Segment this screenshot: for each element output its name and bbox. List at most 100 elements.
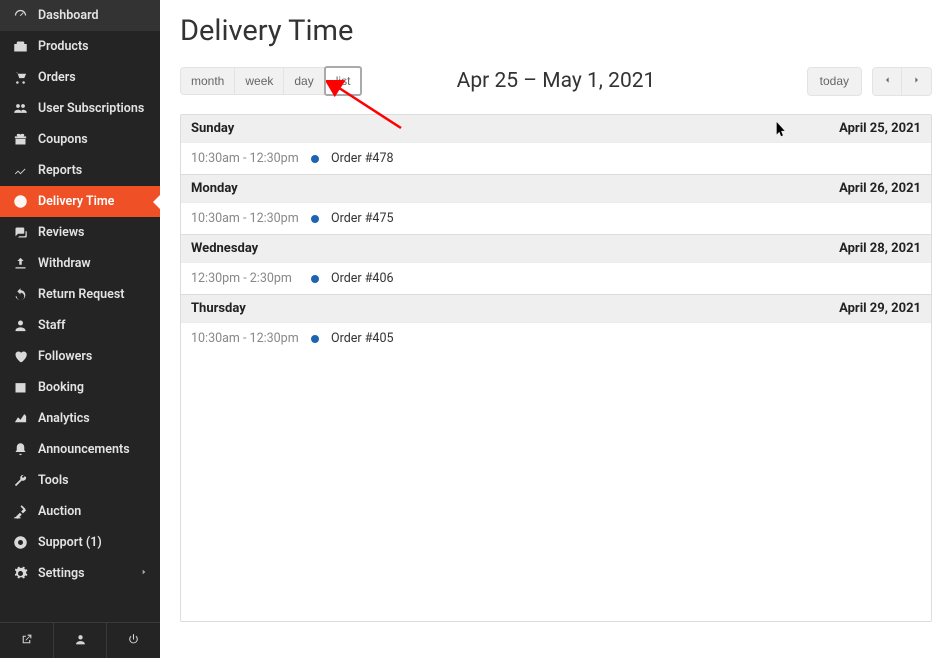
event-title: Order #475 (331, 211, 394, 226)
sidebar-item-label: Tools (38, 473, 69, 488)
sidebar-item-label: Products (38, 39, 89, 54)
date-nav-arrows (872, 67, 932, 96)
event-time: 10:30am - 12:30pm (191, 151, 311, 166)
event-time: 10:30am - 12:30pm (191, 331, 311, 346)
next-button[interactable] (902, 67, 932, 96)
heart-icon (12, 349, 28, 365)
sidebar-item-label: Announcements (38, 442, 130, 457)
sidebar-item-label: Auction (38, 504, 81, 519)
cog-icon (12, 566, 28, 582)
wrench-icon (12, 473, 28, 489)
event-row[interactable]: 10:30am - 12:30pm Order #405 (181, 322, 931, 354)
gavel-icon (12, 504, 28, 520)
sidebar-item-reviews[interactable]: Reviews (0, 217, 160, 248)
day-name: Thursday (191, 301, 246, 316)
visit-store-button[interactable] (0, 623, 54, 658)
day-header: Thursday April 29, 2021 (181, 294, 931, 322)
view-day-button[interactable]: day (284, 67, 324, 95)
sidebar-item-followers[interactable]: Followers (0, 341, 160, 372)
sidebar-item-tools[interactable]: Tools (0, 465, 160, 496)
sidebar-item-orders[interactable]: Orders (0, 62, 160, 93)
dashboard-icon (12, 8, 28, 24)
main-content: Delivery Time month week day list Apr 25… (160, 0, 952, 658)
date-range: Apr 25 – May 1, 2021 (457, 69, 656, 93)
today-button[interactable]: today (807, 67, 862, 96)
sidebar-item-announcements[interactable]: Announcements (0, 434, 160, 465)
event-title: Order #406 (331, 271, 394, 286)
sidebar-item-delivery-time[interactable]: Delivery Time (0, 186, 160, 217)
event-row[interactable]: 10:30am - 12:30pm Order #475 (181, 202, 931, 234)
event-title: Order #405 (331, 331, 394, 346)
external-link-icon (20, 631, 33, 650)
event-time: 10:30am - 12:30pm (191, 211, 311, 226)
profile-button[interactable] (54, 623, 108, 658)
user-icon (74, 631, 87, 650)
sidebar-item-label: Reports (38, 163, 82, 178)
sidebar-item-withdraw[interactable]: Withdraw (0, 248, 160, 279)
sidebar-item-dashboard[interactable]: Dashboard (0, 0, 160, 31)
day-header: Wednesday April 28, 2021 (181, 234, 931, 262)
sidebar-item-user-subscriptions[interactable]: User Subscriptions (0, 93, 160, 124)
sidebar-item-label: Followers (38, 349, 92, 364)
chevron-right-icon (140, 566, 148, 581)
sidebar-item-label: Delivery Time (38, 194, 114, 209)
day-header: Sunday April 25, 2021 (181, 115, 931, 142)
sidebar-item-support[interactable]: Support (1) (0, 527, 160, 558)
sidebar-item-label: Support (1) (38, 535, 102, 550)
sidebar-item-auction[interactable]: Auction (0, 496, 160, 527)
chart-icon (12, 163, 28, 179)
undo-icon (12, 287, 28, 303)
sidebar-item-coupons[interactable]: Coupons (0, 124, 160, 155)
user-icon (12, 318, 28, 334)
briefcase-icon (12, 39, 28, 55)
users-icon (12, 101, 28, 117)
sidebar-item-settings[interactable]: Settings (0, 558, 160, 589)
power-icon (127, 631, 140, 650)
sidebar-item-booking[interactable]: Booking (0, 372, 160, 403)
event-row[interactable]: 12:30pm - 2:30pm Order #406 (181, 262, 931, 294)
view-week-button[interactable]: week (235, 67, 284, 95)
calendar-list: Sunday April 25, 2021 10:30am - 12:30pm … (180, 114, 932, 622)
sidebar-item-staff[interactable]: Staff (0, 310, 160, 341)
sidebar-item-label: Analytics (38, 411, 90, 426)
day-name: Sunday (191, 121, 234, 136)
day-date: April 29, 2021 (839, 301, 921, 316)
sidebar-item-label: Coupons (38, 132, 88, 147)
sidebar-item-label: User Subscriptions (38, 101, 144, 116)
area-chart-icon (12, 411, 28, 427)
sidebar-item-return-request[interactable]: Return Request (0, 279, 160, 310)
event-dot-icon (311, 275, 319, 283)
sidebar-item-reports[interactable]: Reports (0, 155, 160, 186)
event-dot-icon (311, 335, 319, 343)
view-list-button[interactable]: list (324, 66, 363, 96)
day-date: April 28, 2021 (839, 241, 921, 256)
comments-icon (12, 225, 28, 241)
logout-button[interactable] (107, 623, 160, 658)
upload-icon (12, 256, 28, 272)
sidebar-item-label: Dashboard (38, 8, 99, 23)
day-name: Monday (191, 181, 238, 196)
event-row[interactable]: 10:30am - 12:30pm Order #478 (181, 142, 931, 174)
sidebar-item-analytics[interactable]: Analytics (0, 403, 160, 434)
view-month-button[interactable]: month (180, 67, 235, 95)
gift-icon (12, 132, 28, 148)
day-name: Wednesday (191, 241, 258, 256)
sidebar-item-label: Return Request (38, 287, 125, 302)
view-switcher: month week day list (180, 67, 361, 95)
day-date: April 25, 2021 (839, 121, 921, 136)
sidebar-item-label: Orders (38, 70, 76, 85)
sidebar-nav: Dashboard Products Orders User Subscript… (0, 0, 160, 622)
sidebar-item-label: Reviews (38, 225, 84, 240)
sidebar-item-label: Settings (38, 566, 85, 581)
page-title: Delivery Time (180, 14, 932, 48)
day-date: April 26, 2021 (839, 181, 921, 196)
calendar-toolbar: month week day list Apr 25 – May 1, 2021… (180, 66, 932, 96)
sidebar: Dashboard Products Orders User Subscript… (0, 0, 160, 658)
chevron-right-icon (912, 74, 921, 89)
sidebar-footer (0, 622, 160, 658)
prev-button[interactable] (872, 67, 902, 96)
sidebar-item-label: Withdraw (38, 256, 91, 271)
calendar-icon (12, 380, 28, 396)
sidebar-item-products[interactable]: Products (0, 31, 160, 62)
event-dot-icon (311, 215, 319, 223)
